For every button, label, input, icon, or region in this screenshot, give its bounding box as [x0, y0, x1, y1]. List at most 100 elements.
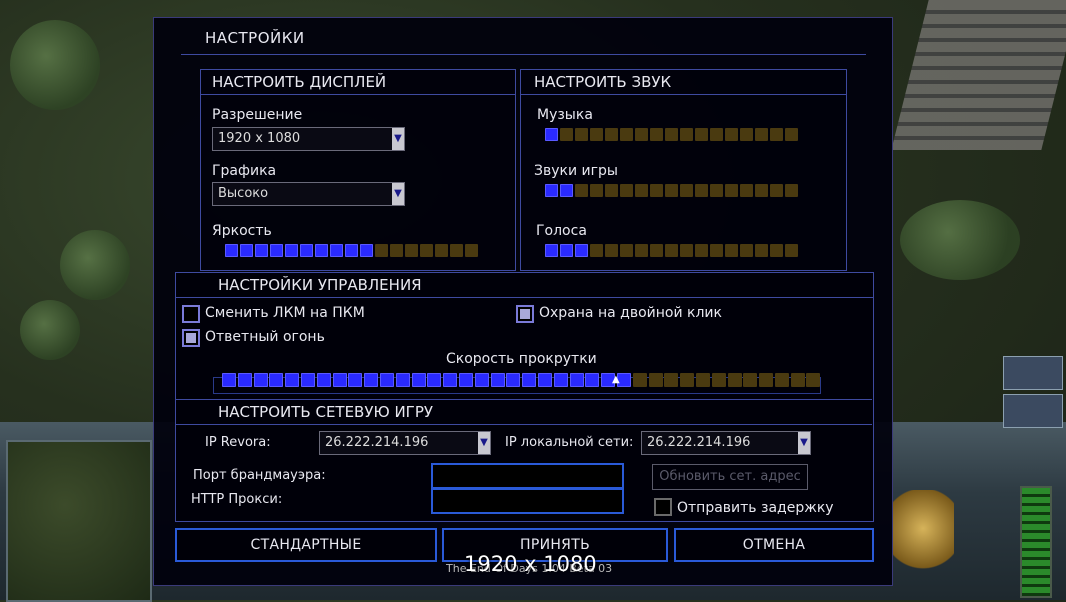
meter-segment[interactable] [345, 244, 358, 257]
meter-segment[interactable] [650, 244, 663, 257]
effects-volume-slider[interactable] [545, 184, 798, 197]
meter-segment[interactable] [665, 244, 678, 257]
meter-segment[interactable] [255, 244, 268, 257]
meter-segment[interactable] [240, 244, 253, 257]
meter-segment[interactable] [225, 244, 238, 257]
meter-segment[interactable] [770, 244, 783, 257]
meter-segment[interactable] [474, 373, 489, 387]
music-volume-slider[interactable] [545, 128, 798, 141]
meter-segment[interactable] [375, 244, 388, 257]
meter-segment[interactable] [727, 373, 742, 387]
meter-segment[interactable] [427, 373, 442, 387]
meter-segment[interactable] [605, 184, 618, 197]
unit-card-plane[interactable] [1003, 356, 1063, 390]
meter-segment[interactable] [332, 373, 347, 387]
brightness-slider[interactable] [225, 244, 478, 257]
meter-segment[interactable] [755, 244, 768, 257]
meter-segment[interactable] [725, 184, 738, 197]
defaults-button[interactable]: СТАНДАРТНЫЕ [175, 528, 437, 562]
slider-handle-icon[interactable]: ▲ [612, 374, 620, 385]
chevron-down-icon[interactable]: ▼ [478, 432, 490, 454]
meter-segment[interactable] [785, 244, 798, 257]
meter-segment[interactable] [620, 184, 633, 197]
meter-segment[interactable] [285, 373, 300, 387]
meter-segment[interactable] [785, 128, 798, 141]
meter-segment[interactable] [490, 373, 505, 387]
meter-segment[interactable] [379, 373, 394, 387]
chevron-down-icon[interactable]: ▼ [392, 128, 404, 150]
meter-segment[interactable] [585, 373, 600, 387]
double-click-guard-checkbox[interactable] [516, 305, 534, 323]
meter-segment[interactable] [364, 373, 379, 387]
meter-segment[interactable] [315, 244, 328, 257]
meter-segment[interactable] [710, 184, 723, 197]
meter-segment[interactable] [743, 373, 758, 387]
meter-segment[interactable] [330, 244, 343, 257]
meter-segment[interactable] [270, 244, 283, 257]
meter-segment[interactable] [770, 128, 783, 141]
meter-segment[interactable] [590, 244, 603, 257]
meter-segment[interactable] [420, 244, 433, 257]
meter-segment[interactable] [605, 128, 618, 141]
meter-segment[interactable] [590, 184, 603, 197]
meter-segment[interactable] [650, 128, 663, 141]
meter-segment[interactable] [711, 373, 726, 387]
meter-segment[interactable] [740, 244, 753, 257]
meter-segment[interactable] [435, 244, 448, 257]
meter-segment[interactable] [680, 244, 693, 257]
meter-segment[interactable] [569, 373, 584, 387]
meter-segment[interactable] [390, 244, 403, 257]
meter-segment[interactable] [553, 373, 568, 387]
meter-segment[interactable] [635, 244, 648, 257]
meter-segment[interactable] [695, 128, 708, 141]
meter-segment[interactable] [605, 244, 618, 257]
meter-segment[interactable] [237, 373, 252, 387]
meter-segment[interactable] [740, 128, 753, 141]
meter-segment[interactable] [300, 373, 315, 387]
meter-segment[interactable] [545, 184, 558, 197]
meter-segment[interactable] [560, 244, 573, 257]
meter-segment[interactable] [680, 373, 695, 387]
meter-segment[interactable] [411, 373, 426, 387]
swap-mouse-checkbox[interactable] [182, 305, 200, 323]
voice-volume-slider[interactable] [545, 244, 798, 257]
meter-segment[interactable] [465, 244, 478, 257]
meter-segment[interactable] [506, 373, 521, 387]
meter-segment[interactable] [774, 373, 789, 387]
meter-segment[interactable] [545, 244, 558, 257]
meter-segment[interactable] [575, 184, 588, 197]
resolution-select[interactable]: 1920 x 1080 ▼ [212, 127, 405, 151]
graphics-select[interactable]: Высоко ▼ [212, 182, 405, 206]
meter-segment[interactable] [575, 244, 588, 257]
firewall-port-input[interactable] [431, 463, 624, 489]
meter-segment[interactable] [725, 244, 738, 257]
meter-segment[interactable] [770, 184, 783, 197]
meter-segment[interactable] [695, 244, 708, 257]
chevron-down-icon[interactable]: ▼ [798, 432, 810, 454]
send-delay-checkbox[interactable] [654, 498, 672, 516]
meter-segment[interactable] [725, 128, 738, 141]
meter-segment[interactable] [405, 244, 418, 257]
meter-segment[interactable] [269, 373, 284, 387]
meter-segment[interactable] [545, 128, 558, 141]
meter-segment[interactable] [590, 128, 603, 141]
meter-segment[interactable] [348, 373, 363, 387]
minimap[interactable] [6, 440, 152, 602]
meter-segment[interactable] [635, 184, 648, 197]
meter-segment[interactable] [300, 244, 313, 257]
ip-revora-select[interactable]: 26.222.214.196 ▼ [319, 431, 491, 455]
meter-segment[interactable] [665, 128, 678, 141]
meter-segment[interactable] [285, 244, 298, 257]
meter-segment[interactable] [620, 244, 633, 257]
meter-segment[interactable] [755, 184, 768, 197]
meter-segment[interactable] [450, 244, 463, 257]
retaliation-checkbox[interactable] [182, 329, 200, 347]
meter-segment[interactable] [650, 184, 663, 197]
meter-segment[interactable] [740, 184, 753, 197]
meter-segment[interactable] [620, 128, 633, 141]
ip-lan-select[interactable]: 26.222.214.196 ▼ [641, 431, 811, 455]
meter-segment[interactable] [680, 184, 693, 197]
meter-segment[interactable] [316, 373, 331, 387]
meter-segment[interactable] [806, 373, 821, 387]
meter-segment[interactable] [222, 373, 236, 387]
